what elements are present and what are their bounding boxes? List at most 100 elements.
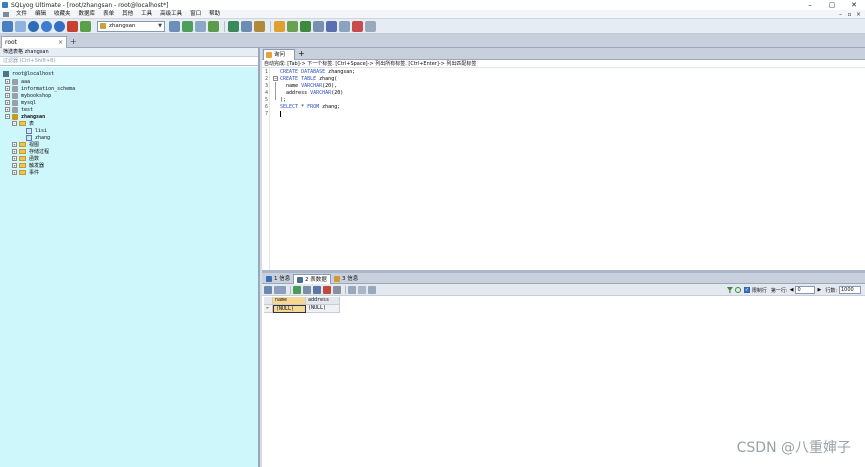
execute-all-icon[interactable] (41, 20, 52, 32)
menu-table[interactable]: 表单 (99, 10, 118, 19)
scheduler-icon[interactable] (313, 20, 324, 32)
collapse-icon[interactable]: − (12, 121, 17, 126)
first-row-input[interactable]: 0 (795, 286, 816, 294)
tree-node-folder-procedures[interactable]: + 存储过程 (12, 148, 49, 155)
add-user-icon[interactable] (182, 20, 193, 32)
delete-row-icon[interactable] (323, 285, 331, 294)
tree-node-folder-functions[interactable]: + 函数 (12, 155, 39, 162)
expand-icon[interactable]: + (5, 107, 10, 112)
menu-other[interactable]: 其他 (118, 10, 137, 19)
tree-node-db[interactable]: + mysql (5, 99, 36, 106)
menu-advanced-tools[interactable]: 高级工具 (156, 10, 186, 19)
restore-icon[interactable] (208, 20, 219, 32)
stop-icon[interactable] (67, 20, 78, 32)
new-query-tab-button[interactable]: + (298, 49, 306, 59)
mdi-close-button[interactable]: × (854, 10, 863, 19)
system-menu-icon[interactable] (0, 10, 12, 19)
tree-node-db-active[interactable]: − zhangsan (5, 113, 45, 120)
mdi-minimize-button[interactable]: – (836, 10, 845, 19)
expand-icon[interactable]: + (12, 149, 17, 154)
grid-corner[interactable] (264, 297, 273, 305)
filter-input[interactable]: 过滤器 (Ctrl+Shift+B) (0, 57, 258, 66)
tree-node-table[interactable]: lisi (26, 127, 47, 134)
column-header-name[interactable]: name (273, 297, 306, 305)
maximize-button[interactable]: ▢ (821, 0, 843, 10)
tree-node-db[interactable]: + information_schema (5, 85, 75, 92)
profiler-icon[interactable] (339, 20, 350, 32)
user-manager-icon[interactable] (169, 20, 180, 32)
rows-input[interactable]: 1000 (839, 286, 861, 294)
expand-icon[interactable]: + (12, 170, 17, 175)
tree-node-server[interactable]: root@localhost (3, 70, 54, 77)
expand-icon[interactable]: + (12, 163, 17, 168)
tree-node-folder-triggers[interactable]: + 触发器 (12, 162, 44, 169)
new-connection-tab-button[interactable]: + (70, 37, 78, 47)
expand-icon[interactable]: + (5, 93, 10, 98)
tab-messages[interactable]: 1 信息 (263, 274, 293, 284)
menu-help[interactable]: 帮助 (205, 10, 224, 19)
query-builder-icon[interactable] (274, 20, 285, 32)
clear-filter-icon[interactable] (734, 287, 741, 293)
minimize-button[interactable]: – (799, 0, 821, 10)
database-select[interactable]: zhangsan ▼ (97, 20, 165, 32)
expand-icon[interactable]: + (5, 86, 10, 91)
close-icon[interactable]: × (58, 37, 63, 48)
backup-icon[interactable] (195, 20, 206, 32)
next-page-icon[interactable]: ▶ (817, 287, 821, 293)
expand-icon[interactable]: + (12, 142, 17, 147)
schema-sync-icon[interactable] (287, 20, 298, 32)
refresh-icon[interactable] (54, 20, 65, 32)
expand-icon[interactable]: + (5, 79, 10, 84)
save-icon[interactable] (313, 285, 321, 294)
new-connection-icon[interactable] (2, 20, 13, 32)
menu-file[interactable]: 文件 (12, 10, 31, 19)
data-sync-icon[interactable] (300, 20, 311, 32)
copy-database-icon[interactable] (254, 20, 265, 32)
menu-database[interactable]: 数据库 (75, 10, 100, 19)
refresh-results-icon[interactable] (293, 285, 301, 294)
column-header-address[interactable]: address (306, 297, 340, 305)
prev-page-icon[interactable]: ◀ (790, 287, 794, 293)
collapse-icon[interactable]: − (5, 114, 10, 119)
connection-tab-root[interactable]: root × (1, 36, 67, 48)
limit-rows-checkbox[interactable]: ✓ (743, 287, 750, 293)
filter-icon[interactable] (726, 287, 733, 293)
fold-toggle-icon[interactable]: − (273, 76, 278, 81)
menu-window[interactable]: 窗口 (186, 10, 205, 19)
copy-row-icon[interactable] (303, 285, 311, 294)
tree-node-folder-events[interactable]: + 事件 (12, 169, 39, 176)
tab-info[interactable]: 3 信息 (331, 274, 361, 284)
import-icon[interactable] (228, 20, 239, 32)
expand-icon[interactable]: + (12, 156, 17, 161)
cancel-changes-icon[interactable] (333, 285, 341, 294)
sql-editor[interactable]: 1 2 3 4 5 6 7 − CREATE DATABASE zhangsan… (262, 68, 865, 270)
schema-designer-icon[interactable] (80, 20, 91, 32)
tree-node-table[interactable]: zhang (26, 134, 50, 141)
form-mode-icon[interactable] (358, 285, 366, 294)
tab-query[interactable]: 询问 (263, 49, 295, 60)
tree-node-db[interactable]: + mybookshop (5, 92, 51, 99)
menu-favorites[interactable]: 收藏夹 (50, 10, 75, 19)
tree-node-folder-views[interactable]: + 视图 (12, 141, 39, 148)
execute-icon[interactable] (28, 20, 39, 32)
tab-table-data[interactable]: 2 表数据 (293, 274, 331, 284)
grid-view-icon[interactable] (264, 285, 272, 294)
new-query-icon[interactable] (15, 20, 26, 32)
format-icon[interactable] (365, 20, 376, 32)
tree-node-folder-tables[interactable]: − 表 (12, 120, 34, 127)
table-cell[interactable]: (NULL) (306, 305, 340, 313)
tree-node-db[interactable]: + test (5, 106, 33, 113)
tree-node-db[interactable]: + aaa (5, 78, 30, 85)
table-cell[interactable]: (NULL) (273, 305, 306, 313)
export-icon[interactable] (241, 20, 252, 32)
history-icon[interactable] (352, 20, 363, 32)
menu-edit[interactable]: 编辑 (31, 10, 50, 19)
view-mode-dropdown[interactable] (274, 285, 286, 294)
menu-tools[interactable]: 工具 (137, 10, 156, 19)
row-selector-icon[interactable]: ► (264, 305, 273, 313)
grid-mode-icon[interactable] (348, 285, 356, 294)
close-button[interactable]: ✕ (843, 0, 865, 10)
expand-icon[interactable]: + (5, 100, 10, 105)
text-mode-icon[interactable] (368, 285, 376, 294)
notification-icon[interactable] (326, 20, 337, 32)
